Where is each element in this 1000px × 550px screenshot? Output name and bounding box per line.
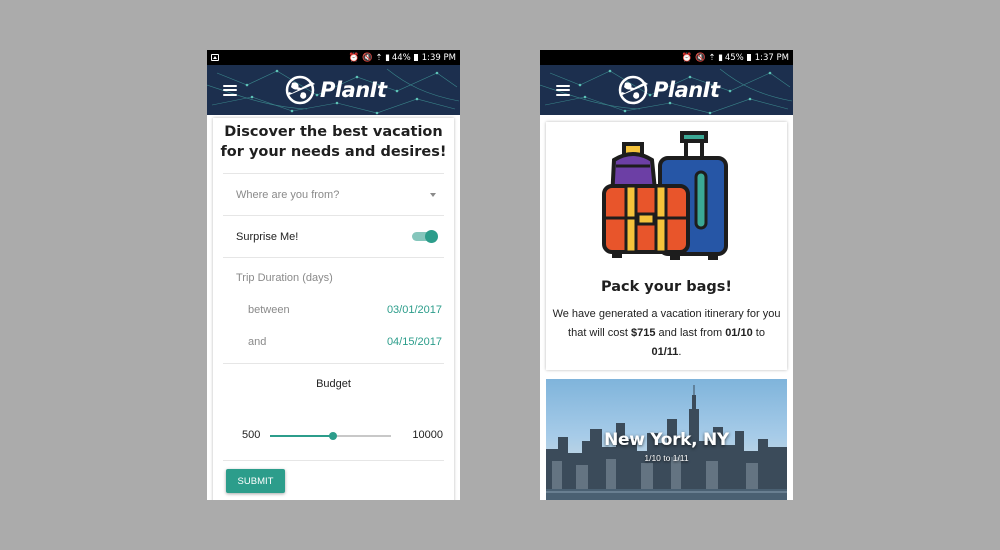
- budget-slider[interactable]: [270, 432, 391, 440]
- surprise-row: Surprise Me!: [223, 215, 444, 257]
- battery-icon: [413, 54, 418, 61]
- clock: 1:37 PM: [754, 52, 789, 63]
- summary-title: Pack your bags!: [600, 279, 733, 295]
- budget-section: Budget 500 10000: [223, 363, 444, 460]
- hamburger-menu-icon[interactable]: [223, 84, 237, 96]
- end-date-field[interactable]: 04/15/2017: [387, 336, 442, 348]
- submit-button[interactable]: SUBMIT: [226, 469, 285, 493]
- battery-percent: 44%: [391, 52, 411, 63]
- origin-select[interactable]: Where are you from?: [223, 173, 444, 215]
- status-icons: ⏰ 🔇 ⇡ ▮: [348, 52, 390, 63]
- budget-min: 500: [242, 429, 261, 441]
- trip-duration-section: Trip Duration (days) between 03/01/2017 …: [223, 257, 444, 363]
- globe-plane-icon: [285, 75, 315, 105]
- budget-title: Budget: [316, 378, 351, 390]
- surprise-toggle[interactable]: [412, 230, 438, 243]
- planit-logo: PlanIt: [618, 74, 720, 106]
- and-label: and: [248, 336, 267, 348]
- globe-plane-icon: [618, 75, 648, 105]
- gallery-notification-icon: [211, 54, 219, 61]
- status-icons: ⏰ 🔇 ⇡ ▮: [681, 52, 723, 63]
- trip-end: 01/11: [651, 346, 679, 358]
- origin-placeholder: Where are you from?: [236, 188, 340, 201]
- battery-icon: [746, 54, 751, 61]
- luggage-illustration-icon: [602, 131, 728, 260]
- logo-text: PlanIt: [320, 78, 387, 102]
- trip-form-card: Discover the best vacation for your need…: [213, 118, 454, 500]
- dropdown-arrow-icon: [430, 192, 436, 197]
- trip-cost: $715: [631, 327, 656, 339]
- submit-section: SUBMIT: [223, 460, 444, 500]
- between-label: between: [248, 304, 290, 316]
- destination-city: New York, NY: [604, 430, 729, 450]
- start-date-field[interactable]: 03/01/2017: [387, 304, 442, 316]
- budget-slider-thumb[interactable]: [328, 432, 337, 440]
- budget-slider-fill: [270, 435, 333, 437]
- clock: 1:39 PM: [421, 52, 456, 63]
- phone-screen-trip-form: ⏰ 🔇 ⇡ ▮ 44% 1:39 PM PlanIt Discover the …: [207, 50, 460, 500]
- itinerary-summary-card: Pack your bags! We have generated a vaca…: [546, 122, 787, 370]
- status-bar: ⏰ 🔇 ⇡ ▮ 45% 1:37 PM: [540, 50, 793, 65]
- phone-screen-itinerary: ⏰ 🔇 ⇡ ▮ 45% 1:37 PM PlanIt Pack your bag…: [540, 50, 793, 500]
- form-headline: Discover the best vacation for your need…: [220, 124, 447, 160]
- destination-card[interactable]: New York, NY 1/10 to 1/11: [546, 379, 787, 500]
- app-bar: PlanIt: [207, 65, 460, 115]
- duration-title: Trip Duration (days): [236, 272, 333, 284]
- planit-logo: PlanIt: [285, 74, 387, 106]
- budget-max: 10000: [412, 429, 443, 441]
- battery-percent: 45%: [724, 52, 744, 63]
- logo-text: PlanIt: [653, 78, 720, 102]
- surprise-label: Surprise Me!: [236, 230, 299, 243]
- trip-start: 01/10: [725, 327, 753, 339]
- destination-dates: 1/10 to 1/11: [644, 453, 689, 463]
- hamburger-menu-icon[interactable]: [556, 84, 570, 96]
- app-bar: PlanIt: [540, 65, 793, 115]
- status-bar: ⏰ 🔇 ⇡ ▮ 44% 1:39 PM: [207, 50, 460, 65]
- summary-text: We have generated a vacation itinerary f…: [552, 308, 781, 358]
